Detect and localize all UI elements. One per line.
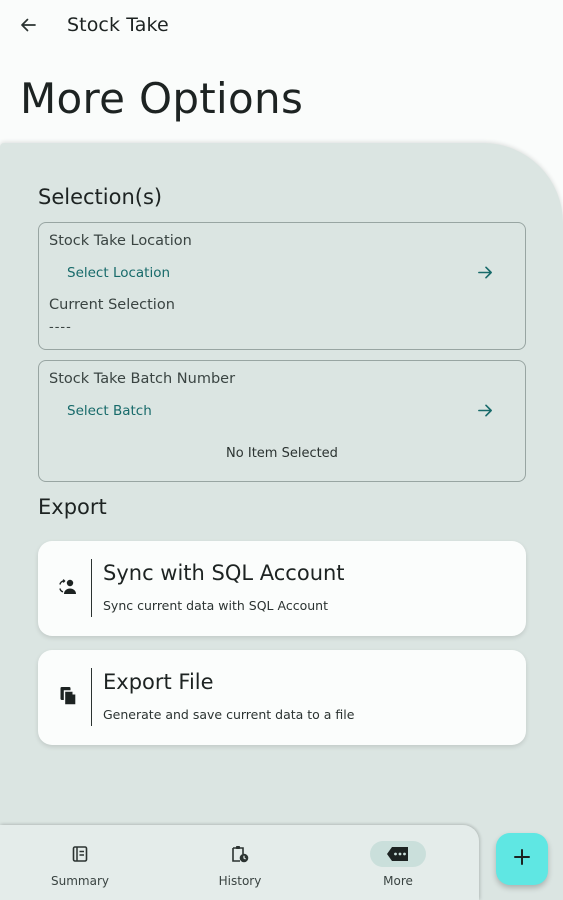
location-label: Stock Take Location	[49, 233, 192, 249]
summary-icon	[52, 841, 108, 867]
page-title: More Options	[20, 74, 304, 123]
nav-label-history: History	[218, 874, 262, 888]
nav-item-summary[interactable]: Summary	[0, 825, 160, 900]
card-divider	[91, 559, 92, 617]
more-icon	[370, 841, 426, 867]
sync-account-icon	[58, 577, 78, 597]
select-location-button[interactable]: Select Location	[67, 265, 170, 281]
export-card-title: Export File	[103, 670, 214, 694]
export-card-subtitle: Generate and save current data to a file	[103, 707, 355, 722]
plus-icon	[512, 847, 532, 871]
batch-label: Stock Take Batch Number	[49, 371, 236, 387]
app-bar-title: Stock Take	[67, 14, 169, 36]
options-panel: Selection(s) Stock Take Location Select …	[0, 143, 563, 900]
card-divider	[91, 668, 92, 726]
select-batch-arrow-button[interactable]	[473, 400, 497, 424]
batch-card: Stock Take Batch Number Select Batch No …	[38, 360, 526, 482]
arrow-right-icon	[477, 264, 494, 285]
sync-sql-account-card[interactable]: Sync with SQL Account Sync current data …	[38, 541, 526, 636]
sync-card-subtitle: Sync current data with SQL Account	[103, 598, 328, 613]
history-icon	[212, 841, 268, 867]
nav-label-summary: Summary	[51, 874, 109, 888]
arrow-left-icon	[19, 16, 37, 38]
batch-status: No Item Selected	[226, 446, 338, 461]
nav-item-history[interactable]: History	[160, 825, 320, 900]
current-selection-label: Current Selection	[49, 297, 175, 313]
back-button[interactable]	[12, 11, 44, 43]
location-card: Stock Take Location Select Location Curr…	[38, 222, 526, 350]
current-selection-value: ----	[49, 320, 72, 335]
nav-label-more: More	[383, 874, 413, 888]
select-batch-button[interactable]: Select Batch	[67, 403, 152, 419]
export-file-card[interactable]: Export File Generate and save current da…	[38, 650, 526, 745]
bottom-navigation: Summary History More	[0, 825, 479, 900]
top-app-bar: Stock Take	[0, 0, 563, 54]
file-copy-icon	[58, 686, 78, 706]
sync-card-title: Sync with SQL Account	[103, 561, 345, 585]
select-location-arrow-button[interactable]	[473, 262, 497, 286]
add-fab-button[interactable]	[496, 833, 548, 885]
export-heading: Export	[38, 495, 107, 519]
selections-heading: Selection(s)	[38, 185, 163, 209]
nav-item-more[interactable]: More	[318, 825, 478, 900]
arrow-right-icon	[477, 402, 494, 423]
